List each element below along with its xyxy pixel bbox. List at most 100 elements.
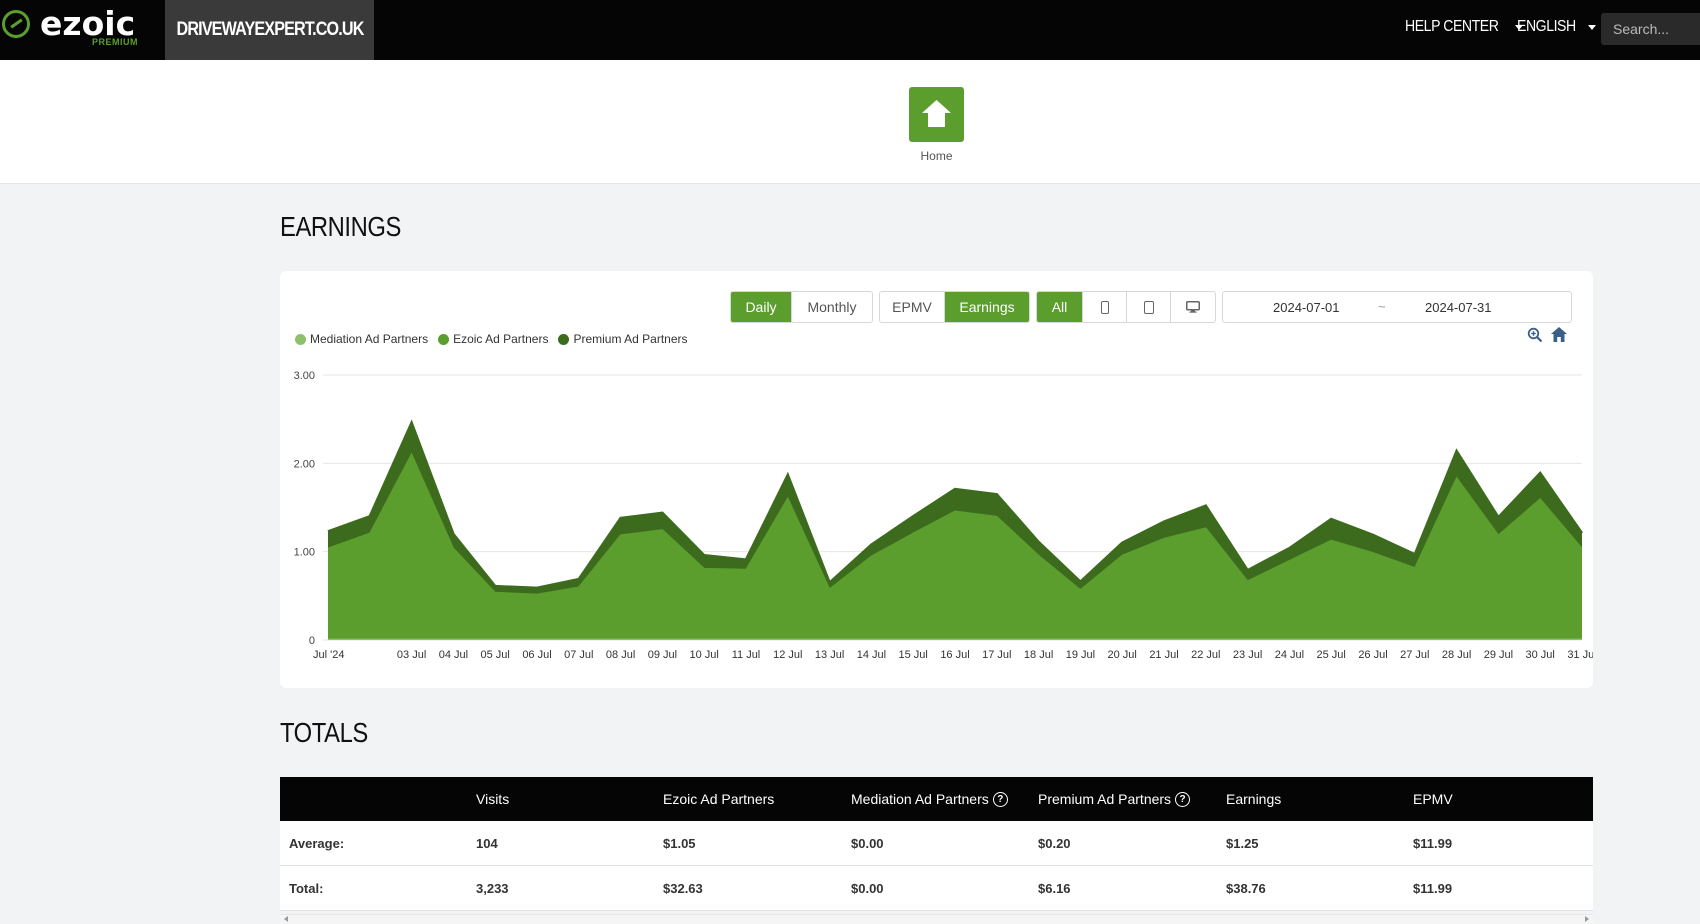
x-tick-label: 20 Jul xyxy=(1108,649,1137,661)
legend-item-mediation[interactable]: Mediation Ad Partners xyxy=(295,332,428,346)
horizontal-scrollbar[interactable] xyxy=(280,914,1593,924)
x-tick-label: 12 Jul xyxy=(773,649,802,661)
table-cell: $32.63 xyxy=(663,881,703,896)
reset-zoom-home-icon[interactable] xyxy=(1551,327,1567,342)
scroll-left-icon[interactable] xyxy=(284,916,288,922)
home-button[interactable] xyxy=(909,87,964,142)
legend-label: Premium Ad Partners xyxy=(573,332,688,346)
date-separator: ~ xyxy=(1378,299,1386,314)
epmv-button[interactable]: EPMV xyxy=(880,292,945,322)
x-tick-label: 17 Jul xyxy=(982,649,1011,661)
legend-item-ezoic[interactable]: Ezoic Ad Partners xyxy=(438,332,548,346)
x-tick-label: 08 Jul xyxy=(606,649,635,661)
table-cell: 104 xyxy=(476,836,498,851)
y-tick-label: 3.00 xyxy=(294,370,315,382)
x-tick-label: 22 Jul xyxy=(1191,649,1220,661)
table-cell: $6.16 xyxy=(1038,881,1071,896)
x-tick-label: 30 Jul xyxy=(1526,649,1555,661)
mobile-icon xyxy=(1100,300,1109,314)
ezoic-logo-mark-icon xyxy=(2,10,30,38)
x-tick-label: 05 Jul xyxy=(481,649,510,661)
search-input[interactable] xyxy=(1601,13,1700,45)
table-cell: $11.99 xyxy=(1413,836,1453,851)
table-cell: $0.00 xyxy=(851,836,884,851)
x-tick-label: 18 Jul xyxy=(1024,649,1053,661)
zoom-icon[interactable] xyxy=(1527,327,1543,343)
logo-subtitle: PREMIUM xyxy=(92,37,138,47)
help-question-icon[interactable]: ? xyxy=(1175,791,1191,807)
date-range-picker[interactable]: 2024-07-01 ~ 2024-07-31 xyxy=(1222,291,1572,323)
ezoic-logo[interactable]: ezoic PREMIUM xyxy=(0,0,165,60)
x-tick-label: 21 Jul xyxy=(1149,649,1178,661)
legend-swatch xyxy=(558,333,570,345)
chart-legend: Mediation Ad Partners Ezoic Ad Partners … xyxy=(295,332,698,346)
x-tick-label: 07 Jul xyxy=(564,649,593,661)
column-header: Earnings xyxy=(1226,791,1282,807)
x-tick-label: 06 Jul xyxy=(522,649,551,661)
top-navbar: ezoic PREMIUM DRIVEWAYEXPERT.CO.UK HELP … xyxy=(0,0,1700,60)
x-tick-label: 03 Jul xyxy=(397,649,426,661)
table-cell: $0.00 xyxy=(851,881,884,896)
x-tick-label: 16 Jul xyxy=(940,649,969,661)
table-cell: $11.99 xyxy=(1413,881,1453,896)
x-tick-label: 10 Jul xyxy=(690,649,719,661)
legend-swatch xyxy=(295,333,306,345)
column-header: Mediation Ad Partners? xyxy=(851,791,1008,807)
row-label: Total: xyxy=(289,881,324,896)
legend-swatch xyxy=(438,333,450,345)
home-icon xyxy=(922,100,951,127)
earnings-button[interactable]: Earnings xyxy=(945,292,1029,322)
x-tick-label: 14 Jul xyxy=(857,649,886,661)
help-center-menu[interactable]: HELP CENTER xyxy=(1405,18,1524,36)
column-header: Ezoic Ad Partners xyxy=(663,791,775,807)
site-selector[interactable]: DRIVEWAYEXPERT.CO.UK xyxy=(165,0,374,60)
table-header: Visits Ezoic Ad Partners Mediation Ad Pa… xyxy=(280,777,1593,821)
tablet-button[interactable] xyxy=(1127,292,1171,322)
x-tick-label: 19 Jul xyxy=(1066,649,1095,661)
y-tick-label: 0 xyxy=(309,635,315,647)
x-tick-label: 11 Jul xyxy=(732,649,761,661)
help-center-label: HELP CENTER xyxy=(1405,18,1499,35)
y-tick-label: 1.00 xyxy=(294,547,315,559)
y-tick-label: 2.00 xyxy=(294,458,315,470)
column-header: Premium Ad Partners? xyxy=(1038,791,1191,807)
period-toggle: Daily Monthly xyxy=(730,291,873,323)
row-label: Average: xyxy=(289,836,345,851)
all-devices-button[interactable]: All xyxy=(1037,292,1083,322)
x-tick-label: 29 Jul xyxy=(1484,649,1513,661)
language-label: ENGLISH xyxy=(1517,18,1576,35)
desktop-icon xyxy=(1186,301,1200,313)
column-header: Visits xyxy=(476,791,510,807)
home-label: Home xyxy=(920,149,953,163)
totals-table: Visits Ezoic Ad Partners Mediation Ad Pa… xyxy=(280,777,1593,911)
help-question-icon[interactable]: ? xyxy=(992,791,1008,807)
table-cell: $1.05 xyxy=(663,836,696,851)
date-start[interactable]: 2024-07-01 xyxy=(1273,300,1340,315)
table-cell: $0.20 xyxy=(1038,836,1071,851)
mobile-button[interactable] xyxy=(1083,292,1127,322)
x-tick-label: 31 Jul xyxy=(1567,649,1593,661)
x-tick-label: 24 Jul xyxy=(1275,649,1304,661)
desktop-button[interactable] xyxy=(1171,292,1215,322)
language-menu[interactable]: ENGLISH xyxy=(1517,18,1596,36)
tablet-icon xyxy=(1143,300,1154,314)
table-cell: $38.76 xyxy=(1226,881,1266,896)
table-row: Average: 104 $1.05 $0.00 $0.20 $1.25 $11… xyxy=(280,821,1593,866)
daily-button[interactable]: Daily xyxy=(731,292,792,322)
x-tick-label: 25 Jul xyxy=(1317,649,1346,661)
x-tick-label: 04 Jul xyxy=(439,649,468,661)
column-header: EPMV xyxy=(1413,791,1453,807)
legend-label: Mediation Ad Partners xyxy=(310,332,429,346)
metric-toggle: EPMV Earnings xyxy=(879,291,1030,323)
x-tick-label: 28 Jul xyxy=(1442,649,1471,661)
x-tick-label: 09 Jul xyxy=(648,649,677,661)
x-tick-label: 23 Jul xyxy=(1233,649,1262,661)
site-name: DRIVEWAYEXPERT.CO.UK xyxy=(176,19,364,40)
legend-item-premium[interactable]: Premium Ad Partners xyxy=(558,332,688,346)
monthly-button[interactable]: Monthly xyxy=(792,292,872,322)
x-tick-label: 27 Jul xyxy=(1400,649,1429,661)
totals-title: TOTALS xyxy=(280,717,368,748)
scroll-right-icon[interactable] xyxy=(1585,916,1589,922)
x-tick-label: Jul '24 xyxy=(313,649,344,661)
date-end[interactable]: 2024-07-31 xyxy=(1425,300,1492,315)
